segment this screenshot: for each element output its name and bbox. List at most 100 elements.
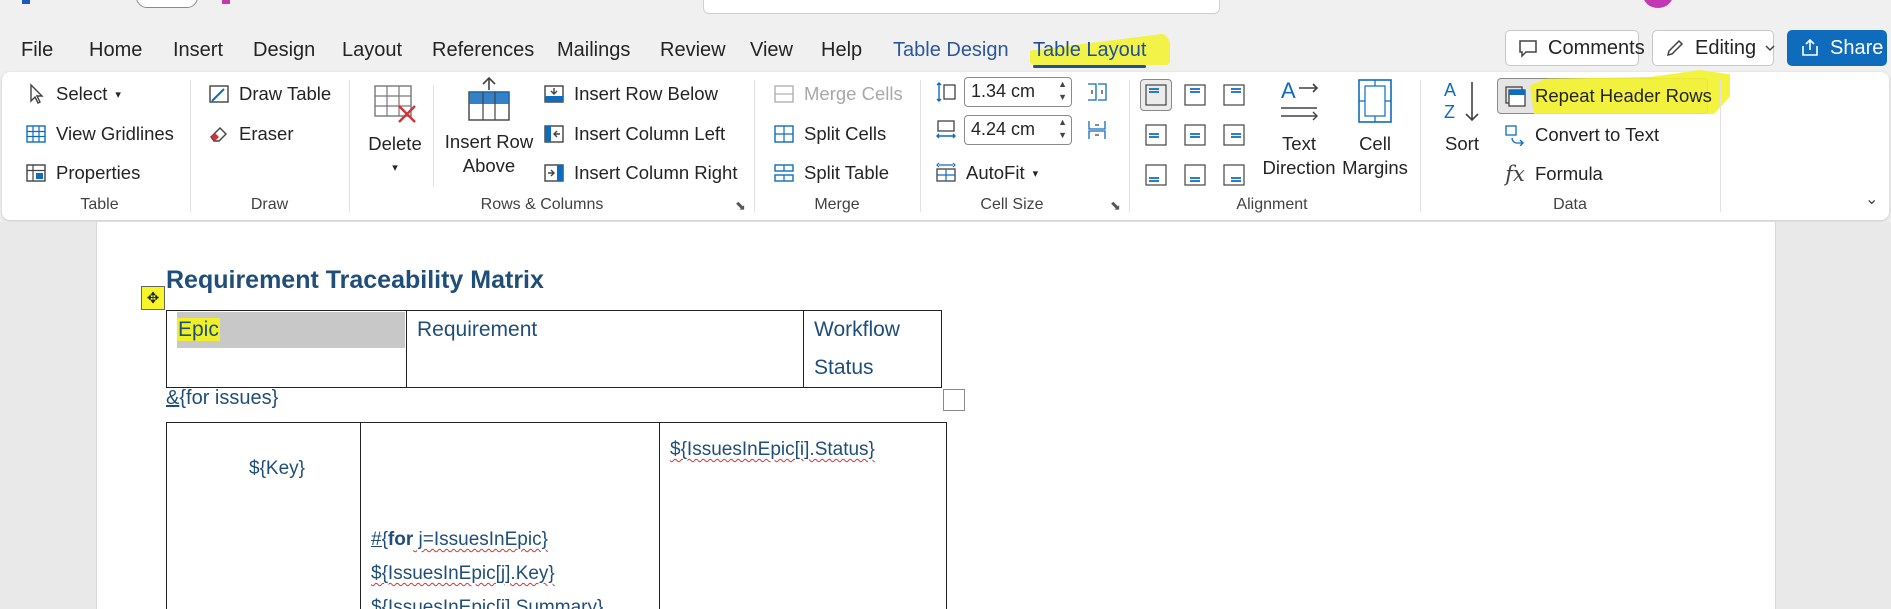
split-cells-label: Split Cells xyxy=(804,123,887,144)
align-top-center-button[interactable] xyxy=(1179,79,1211,111)
loop-rest: j=IssuesInEpic} xyxy=(413,529,548,550)
properties-label: Properties xyxy=(56,162,141,183)
spin-arrows-icon[interactable]: ▲ ▼ xyxy=(1058,78,1067,104)
tab-home[interactable]: Home xyxy=(89,39,142,62)
group-divider xyxy=(349,80,350,212)
merge-cells-button[interactable]: Merge Cells xyxy=(772,82,903,106)
delete-button[interactable]: Delete ▾ xyxy=(364,78,426,180)
insert-column-left-button[interactable]: Insert Column Left xyxy=(542,122,725,146)
align-bottom-right-icon xyxy=(1223,164,1245,186)
align-bottom-right-button[interactable] xyxy=(1218,159,1250,191)
autofit-button[interactable]: AutoFit ▾ xyxy=(934,161,1038,185)
text-direction-label-1: Text xyxy=(1282,133,1316,154)
table-move-handle-icon[interactable]: ✥ xyxy=(141,286,165,310)
select-button[interactable]: Select ▾ xyxy=(24,82,121,106)
insert-column-right-label: Insert Column Right xyxy=(574,162,738,183)
tab-file[interactable]: File xyxy=(21,39,53,62)
chevron-down-icon: ▾ xyxy=(115,88,121,101)
header-table[interactable]: Epic Requirement Workflow Status xyxy=(166,310,942,388)
rows-columns-launcher-icon[interactable]: ⬊ xyxy=(735,198,746,214)
align-center-right-button[interactable] xyxy=(1218,119,1250,151)
header-cell-workflow-status[interactable]: Workflow Status xyxy=(803,310,942,388)
loop-prefix: #{ xyxy=(371,529,388,550)
group-divider xyxy=(1720,80,1721,212)
draw-table-button[interactable]: Draw Table xyxy=(207,82,331,106)
spin-arrows-icon[interactable]: ▲ ▼ xyxy=(1058,116,1067,142)
tab-review[interactable]: Review xyxy=(660,39,726,62)
group-divider xyxy=(433,86,434,186)
tab-table-layout[interactable]: Table Layout xyxy=(1033,39,1147,68)
content-control-checkbox[interactable] xyxy=(943,389,965,411)
draw-table-icon xyxy=(207,82,231,106)
align-top-right-button[interactable] xyxy=(1218,79,1250,111)
avatar[interactable] xyxy=(1643,0,1673,8)
header-requirement-text: Requirement xyxy=(417,318,538,341)
align-bottom-left-button[interactable] xyxy=(1140,159,1172,191)
editing-mode-button[interactable]: Editing xyxy=(1652,30,1775,66)
tab-design[interactable]: Design xyxy=(253,39,315,62)
group-divider xyxy=(1420,80,1421,212)
align-top-left-button[interactable] xyxy=(1140,79,1172,111)
align-bottom-center-button[interactable] xyxy=(1179,159,1211,191)
body-cell-requirement[interactable]: #{for j=IssuesInEpic} ${IssuesInEpic[j].… xyxy=(360,422,660,609)
align-center-button[interactable] xyxy=(1179,119,1211,151)
cell-margins-label-2: Margins xyxy=(1342,157,1408,178)
column-width-input[interactable]: 4.24 cm ▲ ▼ xyxy=(964,115,1072,145)
distribute-columns-icon[interactable] xyxy=(1085,118,1109,142)
table-row: ${Key} #{for j=IssuesInEpic} ${IssuesInE… xyxy=(166,422,947,609)
table-row: Epic Requirement Workflow Status xyxy=(166,310,942,388)
comments-button[interactable]: Comments xyxy=(1505,30,1645,66)
cell-margins-button[interactable]: Cell Margins xyxy=(1342,76,1408,180)
eraser-icon xyxy=(207,122,231,146)
document-heading[interactable]: Requirement Traceability Matrix xyxy=(166,266,544,295)
split-cells-icon xyxy=(772,122,796,146)
cell-size-launcher-icon[interactable]: ⬊ xyxy=(1110,198,1121,214)
header-cell-requirement[interactable]: Requirement xyxy=(406,310,804,388)
tab-view[interactable]: View xyxy=(750,39,793,62)
sort-label: Sort xyxy=(1445,133,1479,154)
body-cell-key[interactable]: ${Key} xyxy=(166,422,361,609)
draw-table-label: Draw Table xyxy=(239,83,332,104)
tab-table-design[interactable]: Table Design xyxy=(893,39,1009,62)
distribute-rows-icon[interactable] xyxy=(1085,80,1109,104)
properties-button[interactable]: Properties xyxy=(24,161,140,185)
body-table[interactable]: ${Key} #{for j=IssuesInEpic} ${IssuesInE… xyxy=(166,422,947,609)
tab-insert[interactable]: Insert xyxy=(173,39,223,62)
cursor-icon xyxy=(24,82,48,106)
view-gridlines-label: View Gridlines xyxy=(56,123,174,144)
text-direction-button[interactable]: A Text Direction xyxy=(1263,76,1336,180)
autosave-toggle[interactable] xyxy=(136,0,198,8)
insert-column-left-label: Insert Column Left xyxy=(574,123,726,144)
tab-layout[interactable]: Layout xyxy=(342,39,402,62)
collapse-ribbon-chevron-icon[interactable]: ⌄ xyxy=(1865,189,1878,209)
split-table-label: Split Table xyxy=(804,162,890,183)
split-cells-button[interactable]: Split Cells xyxy=(772,122,886,146)
delete-label: Delete xyxy=(368,133,422,154)
formula-button[interactable]: fx Formula xyxy=(1503,162,1603,186)
insert-row-below-icon xyxy=(542,82,566,106)
align-center-left-button[interactable] xyxy=(1140,119,1172,151)
insert-column-right-button[interactable]: Insert Column Right xyxy=(542,161,737,185)
split-table-button[interactable]: Split Table xyxy=(772,161,889,185)
view-gridlines-button[interactable]: View Gridlines xyxy=(24,122,174,146)
for-issues-tag[interactable]: &{for issues} xyxy=(166,387,278,410)
tab-references[interactable]: References xyxy=(432,39,534,62)
save-icon[interactable] xyxy=(222,0,230,4)
convert-to-text-button[interactable]: Convert to Text xyxy=(1503,123,1659,147)
share-button[interactable]: Share xyxy=(1787,30,1887,66)
tab-mailings[interactable]: Mailings xyxy=(557,39,630,62)
eraser-button[interactable]: Eraser xyxy=(207,122,294,146)
row-height-input[interactable]: 1.34 cm ▲ ▼ xyxy=(964,77,1072,107)
insert-row-above-button[interactable]: Insert Row Above xyxy=(443,76,535,178)
body-cell-status[interactable]: ${IssuesInEpic[i].Status} xyxy=(659,422,947,609)
for-issues-text: {for issues} xyxy=(179,387,279,409)
key-placeholder: ${Key} xyxy=(249,458,305,479)
sort-button[interactable]: AZ Sort xyxy=(1434,78,1490,156)
search-box[interactable] xyxy=(703,0,1220,14)
insert-row-below-button[interactable]: Insert Row Below xyxy=(542,82,718,106)
merge-cells-icon xyxy=(772,82,796,106)
header-cell-epic[interactable]: Epic xyxy=(166,310,407,388)
insert-row-above-label-1: Insert Row xyxy=(444,131,534,152)
repeat-header-rows-button[interactable]: Repeat Header Rows xyxy=(1503,84,1712,108)
tab-help[interactable]: Help xyxy=(821,39,862,62)
